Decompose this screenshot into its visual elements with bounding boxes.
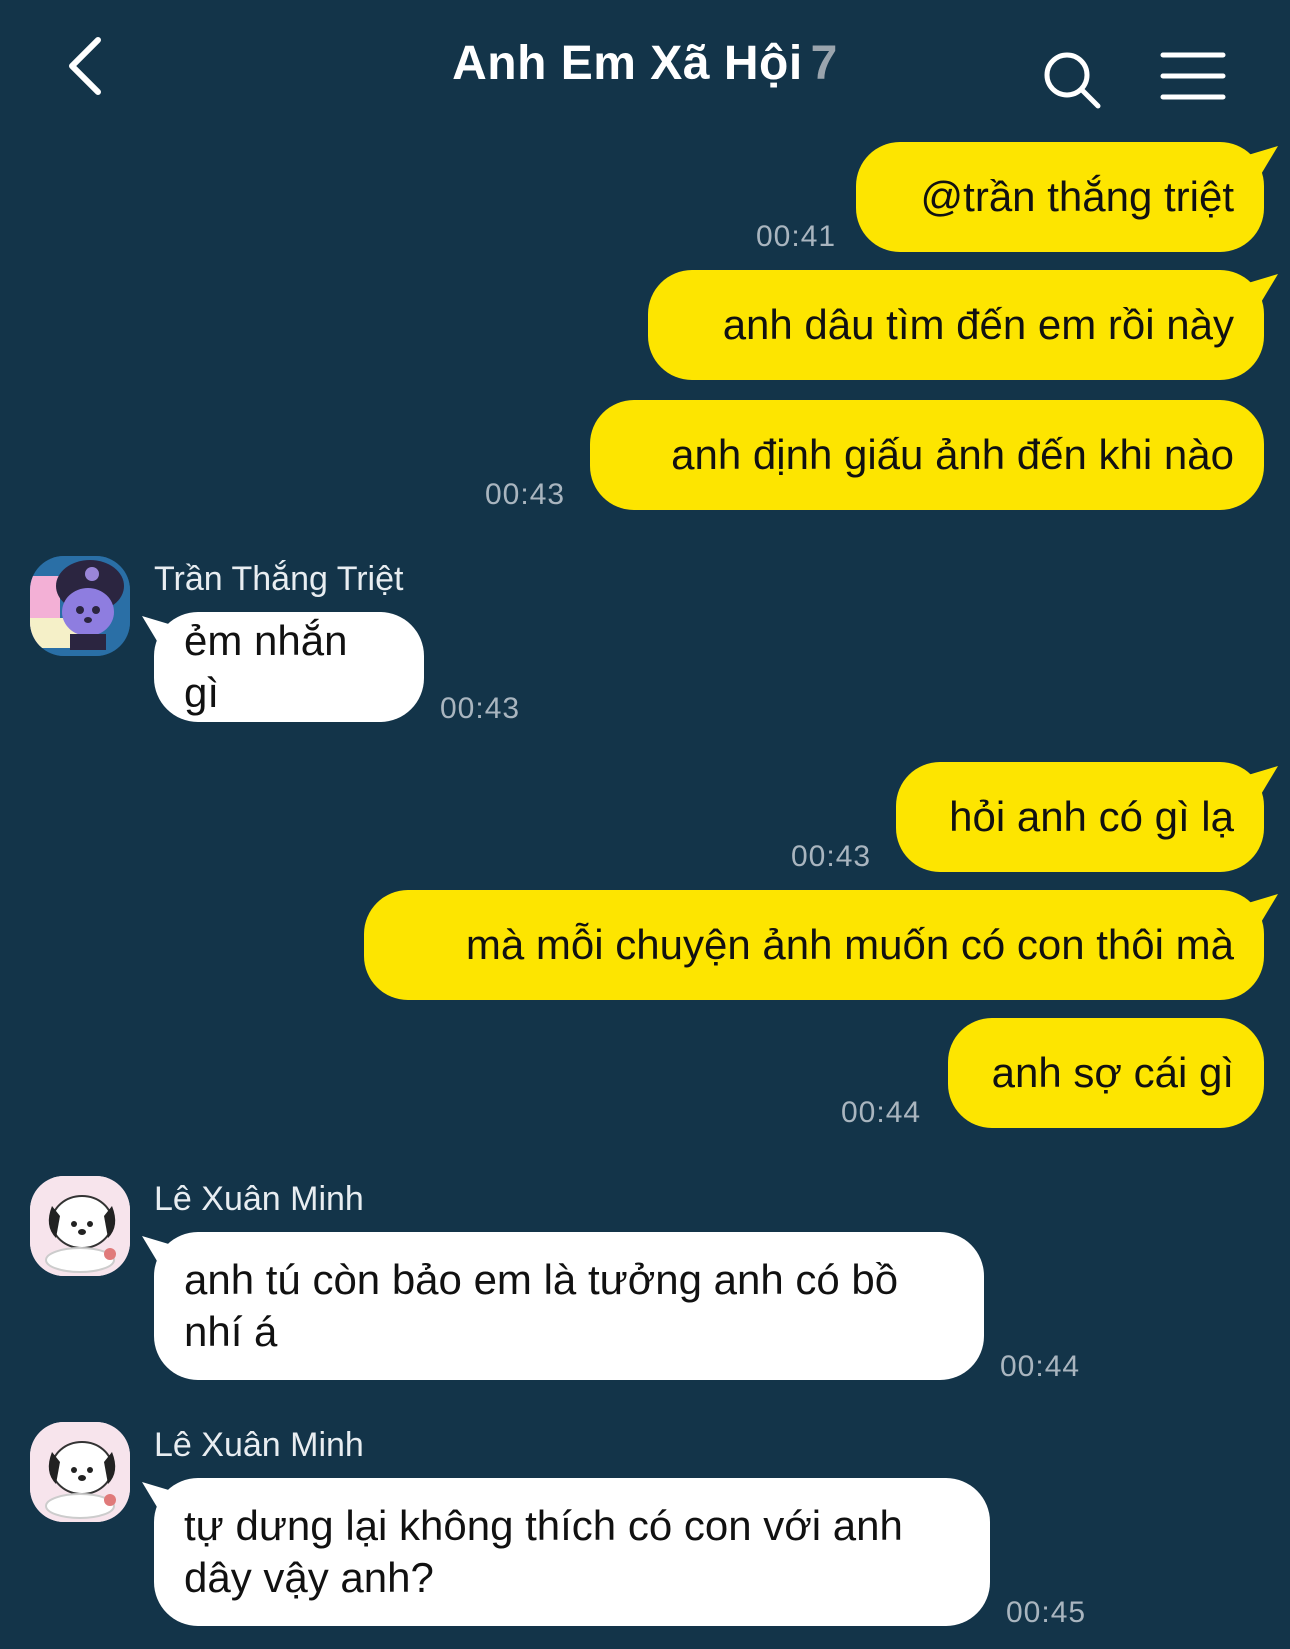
message-text: ẻm nhắn gì [184,617,348,716]
kuromi-avatar-icon [30,556,130,656]
pochacco-avatar-icon [30,1176,130,1276]
outgoing-message-bubble[interactable]: @trần thắng triệt [856,142,1264,252]
message-text-line: dây vậy anh? [184,1554,434,1601]
sender-name: Trần Thắng Triệt [154,560,404,598]
message-text: anh dâu tìm đến em rồi này [722,301,1234,348]
incoming-message-bubble[interactable]: tự dưng lại không thích có con với anh d… [154,1478,990,1626]
chat-header: Anh Em Xã Hội 7 [0,0,1290,140]
member-count: 7 [810,37,838,90]
outgoing-message-bubble[interactable]: mà mỗi chuyện ảnh muốn có con thôi mà [364,890,1264,1000]
avatar[interactable] [30,556,130,656]
message-text: anh sợ cái gì [991,1049,1234,1096]
menu-icon [1160,52,1226,100]
message-timestamp: 00:44 [841,1096,922,1129]
incoming-message-bubble[interactable]: ẻm nhắn gì [154,612,424,722]
avatar[interactable] [30,1422,130,1522]
message-text-line: tự dưng lại không thích có con với anh [184,1502,903,1549]
group-name: Anh Em Xã Hội [452,37,803,90]
pochacco-avatar-icon [30,1422,130,1522]
avatar[interactable] [30,1176,130,1276]
message-text: mà mỗi chuyện ảnh muốn có con thôi mà [465,921,1234,968]
search-button[interactable] [1040,48,1104,112]
outgoing-message-bubble[interactable]: anh định giấu ảnh đến khi nào [590,400,1264,510]
message-timestamp: 00:43 [791,840,872,873]
message-timestamp: 00:43 [485,478,566,511]
menu-button[interactable] [1160,50,1226,102]
search-icon [1044,52,1101,109]
message-text-line: nhí á [184,1308,278,1355]
message-timestamp: 00:41 [756,220,837,253]
outgoing-message-bubble[interactable]: hỏi anh có gì lạ [896,762,1264,872]
message-text: @trần thắng triệt [920,173,1234,220]
outgoing-message-bubble[interactable]: anh sợ cái gì [948,1018,1264,1128]
message-timestamp: 00:45 [1006,1596,1087,1629]
outgoing-message-bubble[interactable]: anh dâu tìm đến em rồi này [648,270,1264,380]
message-timestamp: 00:43 [440,692,521,725]
message-text: anh định giấu ảnh đến khi nào [671,431,1234,478]
sender-name: Lê Xuân Minh [154,1426,364,1464]
sender-name: Lê Xuân Minh [154,1180,364,1218]
message-timestamp: 00:44 [1000,1350,1081,1383]
incoming-message-bubble[interactable]: anh tú còn bảo em là tưởng anh có bồ nhí… [154,1232,984,1380]
message-text: hỏi anh có gì lạ [949,793,1234,840]
message-text-line: anh tú còn bảo em là tưởng anh có bồ [184,1256,899,1303]
